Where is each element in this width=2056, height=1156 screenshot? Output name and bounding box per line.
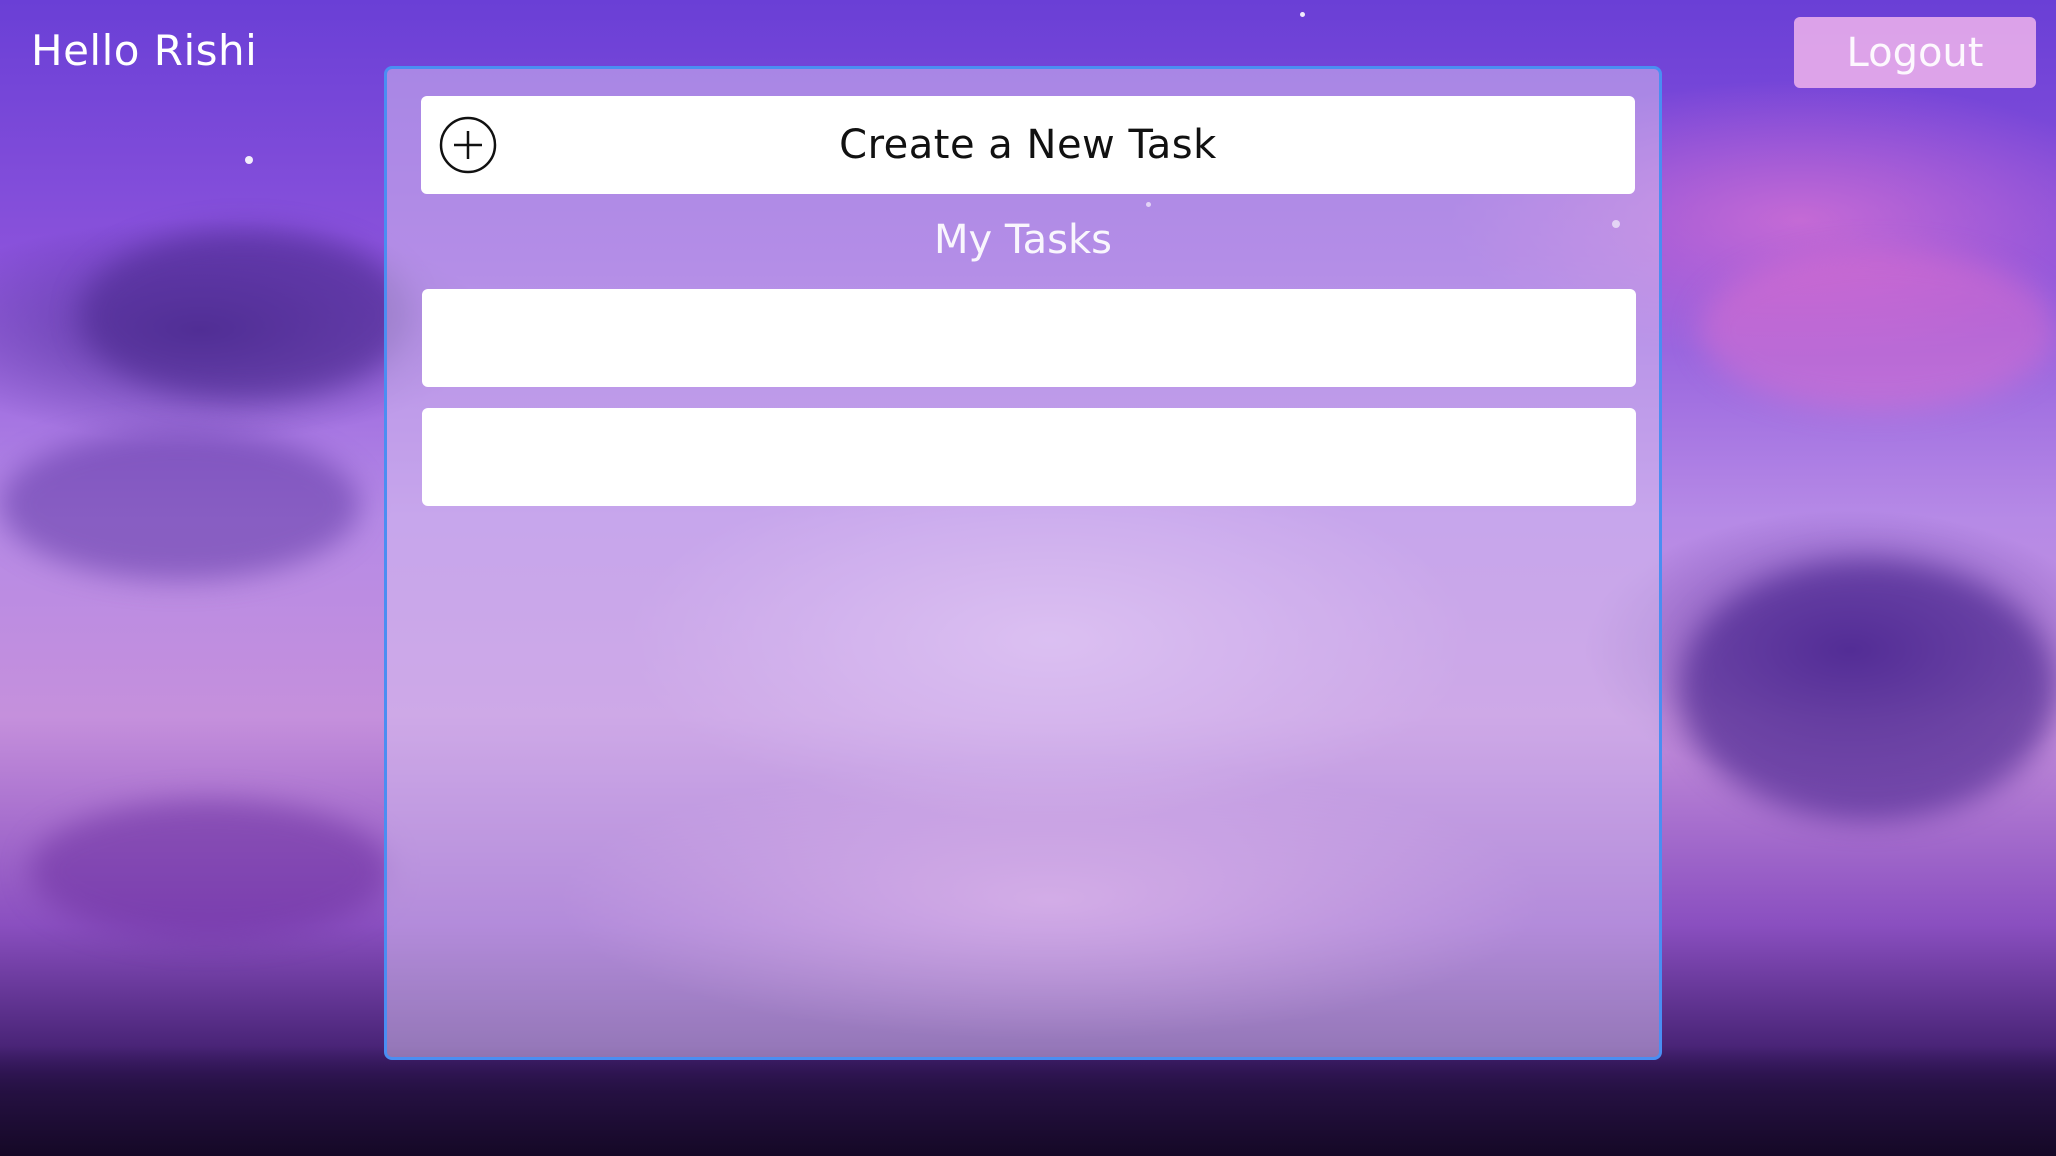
cloud-decoration <box>0 430 360 580</box>
cloud-decoration <box>30 800 390 940</box>
create-task-button[interactable]: Create a New Task <box>421 96 1635 194</box>
tasks-panel: Create a New Task My Tasks <box>384 66 1662 1060</box>
treeline-silhouette <box>0 1046 2056 1156</box>
star-decoration <box>1300 12 1305 17</box>
create-task-label: Create a New Task <box>839 122 1217 168</box>
cloud-decoration <box>80 230 410 400</box>
greeting-text: Hello Rishi <box>31 26 258 75</box>
plus-circle-icon <box>439 116 497 174</box>
task-card[interactable] <box>422 408 1636 506</box>
my-tasks-heading: My Tasks <box>933 217 1113 263</box>
cloud-decoration <box>1680 560 2056 820</box>
task-card[interactable] <box>422 289 1636 387</box>
logout-button[interactable]: Logout <box>1794 17 2036 88</box>
cloud-decoration <box>1700 250 2056 410</box>
star-decoration <box>245 156 253 164</box>
